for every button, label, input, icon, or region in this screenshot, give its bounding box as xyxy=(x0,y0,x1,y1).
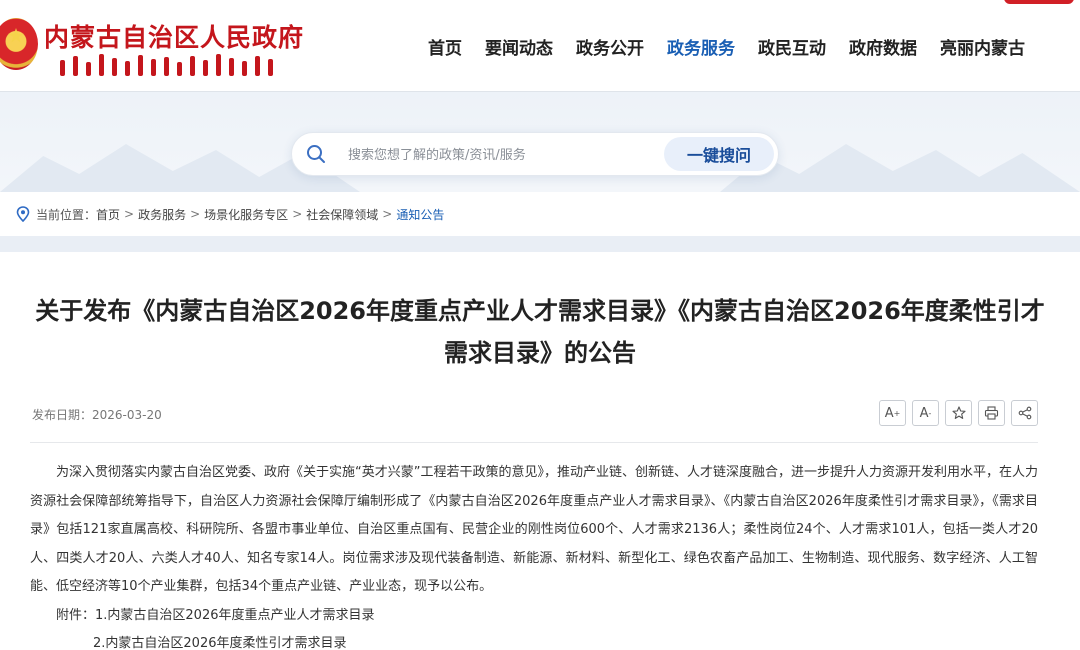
article-title: 关于发布《内蒙古自治区2026年度重点产业人才需求目录》《内蒙古自治区2026年… xyxy=(35,297,1045,367)
breadcrumb-item-home[interactable]: 首页 xyxy=(96,206,120,223)
star-icon xyxy=(951,406,966,419)
attachment-link-1[interactable]: 附件：1.内蒙古自治区2026年度重点产业人才需求目录 xyxy=(30,602,1038,631)
nav-item-home[interactable]: 首页 xyxy=(428,34,462,59)
site-logo[interactable]: 内蒙古自治区人民政府 xyxy=(0,14,303,78)
breadcrumb-separator: > xyxy=(292,207,303,221)
article-meta: 发布日期：2026-03-20 A + A- xyxy=(30,400,1038,428)
nav-item-interaction[interactable]: 政民互动 xyxy=(758,34,826,59)
search-button[interactable]: 一键搜问 xyxy=(664,137,774,171)
mongolian-script-logo xyxy=(60,52,290,76)
printer-icon xyxy=(984,406,999,420)
font-increase-label: A xyxy=(884,405,894,421)
article: 关于发布《内蒙古自治区2026年度重点产业人才需求目录》《内蒙古自治区2026年… xyxy=(0,252,1080,650)
publish-date: 发布日期：2026-03-20 xyxy=(32,408,162,422)
nav-item-beautiful-inner-mongolia[interactable]: 亮丽内蒙古 xyxy=(940,34,1025,59)
font-decrease-button[interactable]: A- xyxy=(912,400,939,426)
national-emblem-icon xyxy=(0,18,38,70)
attachment-link-2[interactable]: 2.内蒙古自治区2026年度柔性引才需求目录 xyxy=(30,630,1038,650)
search-input[interactable] xyxy=(348,143,648,167)
breadcrumb-prefix: 当前位置： xyxy=(36,207,97,222)
article-tools: A + A- xyxy=(879,400,1038,426)
top-corner-tab[interactable] xyxy=(1004,0,1074,4)
breadcrumb-separator: > xyxy=(190,207,201,221)
site-title: 内蒙古自治区人民政府 xyxy=(44,23,305,52)
nav-item-government-services[interactable]: 政务服务 xyxy=(667,34,735,59)
breadcrumb-separator: > xyxy=(382,207,393,221)
article-body: 为深入贯彻落实内蒙古自治区党委、政府《关于实施“英才兴蒙”工程若干政策的意见》，… xyxy=(30,459,1038,650)
divider xyxy=(30,442,1038,443)
font-increase-sup: + xyxy=(893,408,901,418)
search-icon[interactable] xyxy=(306,144,326,164)
breadcrumb-item-notices[interactable]: 通知公告 xyxy=(396,206,444,223)
font-decrease-sup: - xyxy=(928,408,932,418)
search-banner: 一键搜问 xyxy=(0,92,1080,192)
site-header: 内蒙古自治区人民政府 首页 要闻动态 政务公开 政务服务 政民互动 政府数据 亮… xyxy=(0,0,1080,92)
share-button[interactable] xyxy=(1011,400,1038,426)
print-button[interactable] xyxy=(978,400,1005,426)
article-paragraph: 为深入贯彻落实内蒙古自治区党委、政府《关于实施“英才兴蒙”工程若干政策的意见》，… xyxy=(30,465,1038,594)
font-decrease-label: A xyxy=(919,405,929,421)
breadcrumb-item-social-security[interactable]: 社会保障领域 xyxy=(306,206,378,223)
breadcrumb-item-government-services[interactable]: 政务服务 xyxy=(138,206,186,223)
favorite-button[interactable] xyxy=(945,400,972,426)
location-pin-icon xyxy=(16,206,30,222)
nav-item-news[interactable]: 要闻动态 xyxy=(485,34,553,59)
breadcrumb: 当前位置： 首页 > 政务服务 > 场景化服务专区 > 社会保障领域 > 通知公… xyxy=(0,192,1080,236)
font-increase-button[interactable]: A + xyxy=(879,400,906,426)
breadcrumb-separator: > xyxy=(124,207,135,221)
nav-item-open-government[interactable]: 政务公开 xyxy=(576,34,644,59)
nav-item-government-data[interactable]: 政府数据 xyxy=(849,34,917,59)
breadcrumb-item-scenario-services[interactable]: 场景化服务专区 xyxy=(204,206,288,223)
search-box: 一键搜问 xyxy=(291,132,779,176)
share-icon xyxy=(1018,406,1031,420)
main-nav: 首页 要闻动态 政务公开 政务服务 政民互动 政府数据 亮丽内蒙古 xyxy=(428,34,1025,59)
